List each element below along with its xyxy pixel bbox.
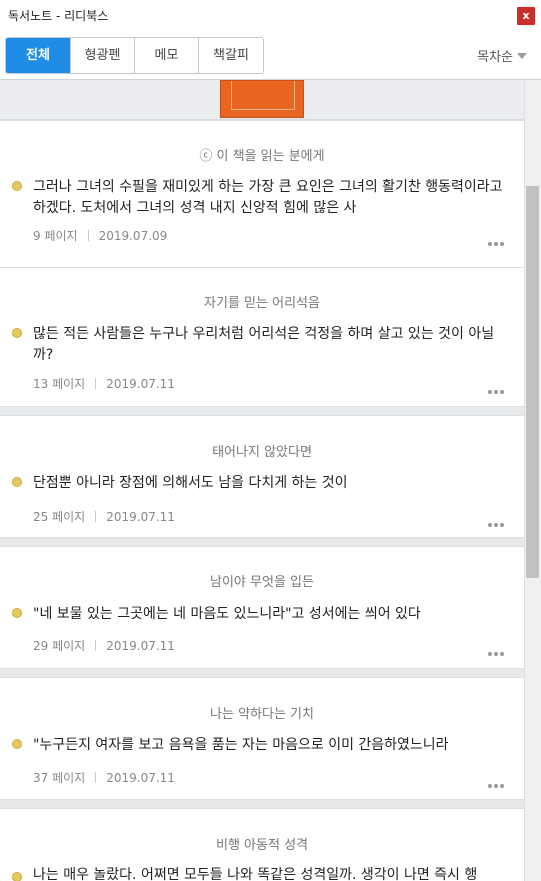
tab-all[interactable]: 전체 bbox=[6, 38, 71, 73]
note-meta: 25 페이지 2019.07.11 bbox=[33, 508, 175, 525]
note-card: 나는 약하다는 기치 "누구든지 여자를 보고 음욕을 품는 자는 마음으로 이… bbox=[0, 677, 524, 800]
note-meta: 29 페이지 2019.07.11 bbox=[33, 637, 175, 654]
page-number: 13 페이지 bbox=[33, 377, 86, 391]
highlight-dot-icon bbox=[12, 739, 22, 749]
more-options-icon[interactable] bbox=[488, 641, 508, 656]
highlight-text[interactable]: "네 보물 있는 그곳에는 네 마음도 있느니라"고 성서에는 씌어 있다 bbox=[33, 604, 511, 625]
note-meta: 37 페이지 2019.07.11 bbox=[33, 769, 175, 786]
divider bbox=[95, 772, 97, 783]
note-card: 자기를 믿는 어리석음 많든 적든 사람들은 누구나 우리처럼 어리석은 걱정을… bbox=[0, 267, 524, 407]
title-bar: 독서노트 - 리디북스 x bbox=[0, 0, 541, 30]
highlight-text[interactable]: "누구든지 여자를 보고 음욕을 품는 자는 마음으로 이미 간음하였느니라 bbox=[33, 735, 511, 756]
chapter-title: 자기를 믿는 어리석음 bbox=[204, 296, 320, 311]
book-cover-band bbox=[0, 80, 524, 120]
page-number: 29 페이지 bbox=[33, 639, 86, 653]
highlight-text[interactable]: 나는 매우 놀랐다. 어쩌면 모두들 나와 똑같은 성격일까. 생각이 나면 즉… bbox=[33, 865, 511, 881]
highlight-dot-icon bbox=[12, 477, 22, 487]
close-button[interactable]: x bbox=[517, 7, 535, 25]
highlight-dot-icon bbox=[12, 328, 22, 338]
note-meta: 9 페이지 2019.07.09 bbox=[33, 227, 167, 244]
more-options-icon[interactable] bbox=[488, 773, 508, 788]
highlight-text[interactable]: 단점뿐 아니라 장점에 의해서도 남을 다치게 하는 것이 bbox=[33, 473, 511, 494]
chapter-title: 남이야 무엇을 입든 bbox=[210, 575, 314, 590]
note-meta: 13 페이지 2019.07.11 bbox=[33, 375, 175, 392]
notes-list: ⓒ 이 책을 읽는 분에게 그러나 그녀의 수필을 재미있게 하는 가장 큰 요… bbox=[0, 80, 524, 881]
tab-bookmark[interactable]: 책갈피 bbox=[199, 38, 263, 73]
note-date: 2019.07.11 bbox=[106, 638, 175, 653]
chapter-title: 태어나지 않았다면 bbox=[212, 445, 312, 460]
sort-label: 목차순 bbox=[477, 50, 513, 65]
page-number: 25 페이지 bbox=[33, 510, 86, 524]
note-card: 태어나지 않았다면 단점뿐 아니라 장점에 의해서도 남을 다치게 하는 것이 … bbox=[0, 415, 524, 538]
note-card: 비행 아동적 성격 나는 매우 놀랐다. 어쩌면 모두들 나와 똑같은 성격일까… bbox=[0, 808, 524, 881]
scrollbar-thumb[interactable] bbox=[526, 186, 539, 578]
tab-highlight[interactable]: 형광펜 bbox=[71, 38, 135, 73]
window-title: 독서노트 - 리디북스 bbox=[8, 9, 109, 23]
highlight-text[interactable]: 그러나 그녀의 수필을 재미있게 하는 가장 큰 요인은 그녀의 활기찬 행동력… bbox=[33, 177, 511, 219]
highlight-dot-icon bbox=[12, 608, 22, 618]
more-options-icon[interactable] bbox=[488, 512, 508, 527]
page-number: 9 페이지 bbox=[33, 229, 78, 243]
chapter-title: 나는 약하다는 기치 bbox=[210, 707, 314, 722]
note-date: 2019.07.09 bbox=[98, 228, 168, 243]
note-date: 2019.07.11 bbox=[106, 770, 175, 785]
divider bbox=[95, 511, 97, 522]
divider bbox=[95, 640, 97, 651]
tab-memo[interactable]: 메모 bbox=[135, 38, 199, 73]
highlight-dot-icon bbox=[12, 181, 22, 191]
highlight-dot-icon bbox=[12, 872, 22, 881]
chapter-title: 비행 아동적 성격 bbox=[216, 838, 308, 853]
divider bbox=[87, 230, 89, 241]
more-options-icon[interactable] bbox=[488, 379, 508, 394]
chapter-title: ⓒ 이 책을 읽는 분에게 bbox=[199, 149, 325, 164]
note-date: 2019.07.11 bbox=[106, 376, 175, 391]
filter-tabs: 전체 형광펜 메모 책갈피 bbox=[5, 37, 264, 74]
book-cover[interactable] bbox=[220, 80, 304, 118]
note-date: 2019.07.11 bbox=[106, 509, 175, 524]
toolbar: 전체 형광펜 메모 책갈피 목차순 bbox=[0, 30, 541, 80]
more-options-icon[interactable] bbox=[488, 231, 508, 246]
sort-dropdown[interactable]: 목차순 bbox=[477, 46, 527, 65]
page-number: 37 페이지 bbox=[33, 771, 86, 785]
highlight-text[interactable]: 많든 적든 사람들은 누구나 우리처럼 어리석은 걱정을 하며 살고 있는 것이… bbox=[33, 324, 511, 366]
note-card: 남이야 무엇을 입든 "네 보물 있는 그곳에는 네 마음도 있느니라"고 성서… bbox=[0, 546, 524, 669]
divider bbox=[95, 378, 97, 389]
chevron-down-icon bbox=[517, 52, 527, 59]
